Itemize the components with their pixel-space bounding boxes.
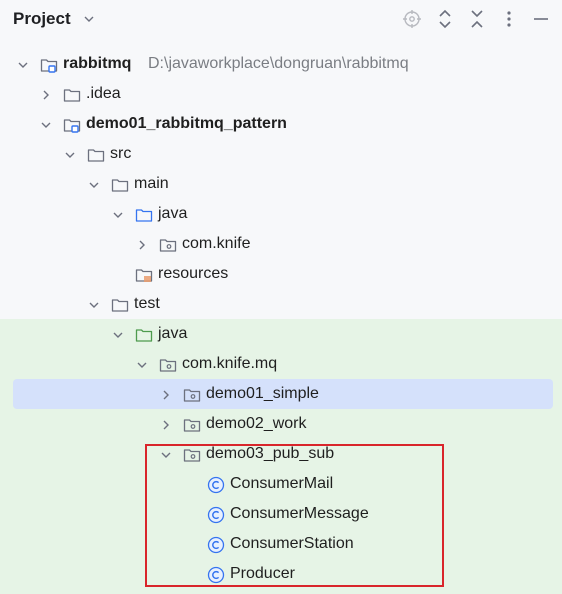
tree-item-label: java <box>158 325 188 342</box>
chevron-down-icon[interactable] <box>16 58 30 72</box>
expand-all-icon[interactable] <box>434 8 456 30</box>
folder-icon <box>63 86 81 104</box>
tree-item-label: demo01_rabbitmq_pattern <box>86 115 287 132</box>
tree-item-label: main <box>134 175 169 192</box>
module-folder-icon <box>40 56 58 74</box>
chevron-right-icon[interactable] <box>39 88 53 102</box>
tree-item[interactable]: .idea <box>0 80 562 110</box>
project-tool-window-header: Project <box>0 0 562 38</box>
tree-item-label: com.knife.mq <box>182 355 278 372</box>
tree-item[interactable]: demo02_work <box>0 410 562 440</box>
tree-item[interactable]: resources <box>0 260 562 290</box>
minimize-icon[interactable] <box>530 8 552 30</box>
tree-item[interactable]: demo01_rabbitmq_pattern <box>0 110 562 140</box>
folder-icon <box>87 146 105 164</box>
tree-item-label: demo02_work <box>206 415 307 432</box>
tree-item[interactable]: com.knife.mq <box>0 350 562 380</box>
tree-item[interactable]: java <box>0 320 562 350</box>
tree-item[interactable]: test <box>0 290 562 320</box>
tree-item-label: rabbitmq <box>63 55 132 72</box>
chevron-down-icon[interactable] <box>63 148 77 162</box>
package-icon <box>183 386 201 404</box>
package-icon <box>159 236 177 254</box>
source-folder-icon <box>135 206 153 224</box>
tree-item-label: src <box>110 145 132 162</box>
tree-item[interactable]: main <box>0 170 562 200</box>
annotation-red-box <box>145 444 444 587</box>
tree-item[interactable]: src <box>0 140 562 170</box>
chevron-down-icon[interactable] <box>83 11 95 27</box>
package-icon <box>183 416 201 434</box>
chevron-down-icon[interactable] <box>111 208 125 222</box>
tree-item-path: D:\javaworkplace\dongruan\rabbitmq <box>148 55 409 72</box>
tree-item[interactable]: java <box>0 200 562 230</box>
folder-icon <box>111 176 129 194</box>
tree-item[interactable]: demo01_simple <box>0 380 562 410</box>
tree-item-label: com.knife <box>182 235 251 252</box>
chevron-right-icon[interactable] <box>135 238 149 252</box>
chevron-down-icon[interactable] <box>111 328 125 342</box>
tree-item-label: java <box>158 205 188 222</box>
locate-icon[interactable] <box>401 8 423 30</box>
chevron-down-icon[interactable] <box>87 298 101 312</box>
more-options-icon[interactable] <box>498 8 520 30</box>
test-folder-icon <box>135 326 153 344</box>
tree-item[interactable]: rabbitmq D:\javaworkplace\dongruan\rabbit… <box>0 50 562 80</box>
chevron-down-icon[interactable] <box>135 358 149 372</box>
tree-item-label: resources <box>158 265 229 282</box>
folder-icon <box>111 296 129 314</box>
chevron-down-icon[interactable] <box>39 118 53 132</box>
collapse-all-icon[interactable] <box>466 8 488 30</box>
resources-folder-icon <box>135 266 153 284</box>
tree-item[interactable]: com.knife <box>0 230 562 260</box>
tree-item-label: demo01_simple <box>206 385 319 402</box>
tool-window-title[interactable]: Project <box>13 9 71 29</box>
package-icon <box>159 356 177 374</box>
module-folder-icon <box>63 116 81 134</box>
chevron-right-icon[interactable] <box>159 388 173 402</box>
tree-item-label: .idea <box>86 85 121 102</box>
chevron-right-icon[interactable] <box>159 418 173 432</box>
chevron-down-icon[interactable] <box>87 178 101 192</box>
tree-item-label: test <box>134 295 160 312</box>
